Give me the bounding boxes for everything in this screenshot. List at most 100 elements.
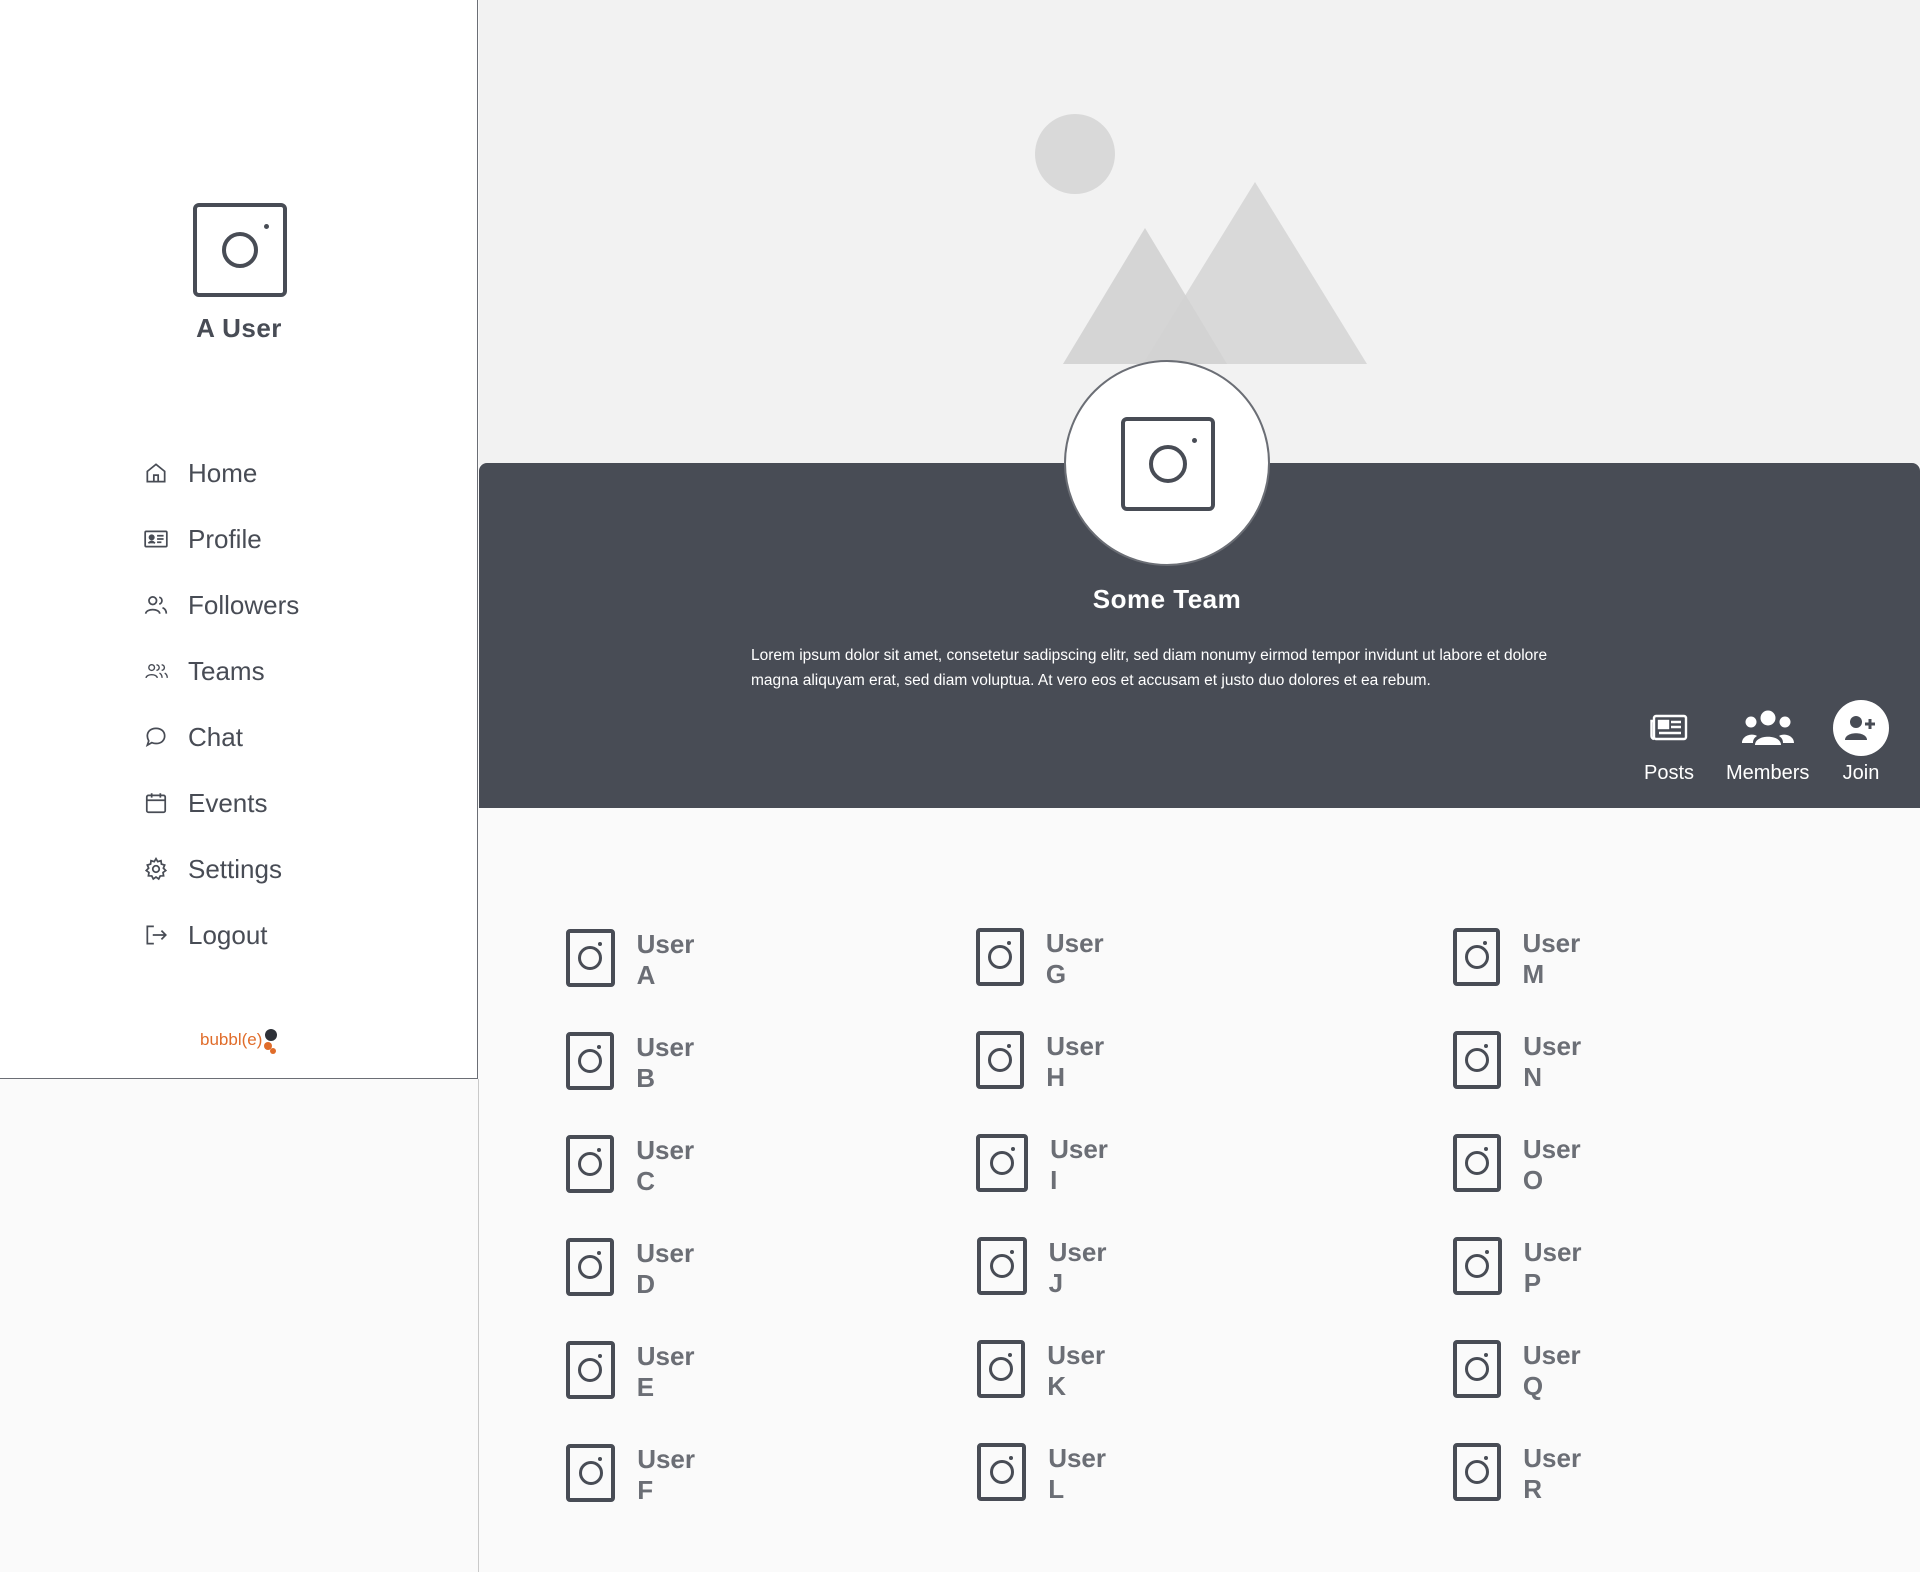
team-description: Lorem ipsum dolor sit amet, consetetur s…	[751, 647, 1548, 689]
member-item[interactable]: User C	[566, 1135, 704, 1197]
member-item[interactable]: User O	[1453, 1134, 1591, 1196]
newspaper-icon	[1650, 700, 1688, 756]
add-user-icon	[1845, 716, 1875, 740]
join-label: Join	[1842, 762, 1880, 784]
nav-item-chat[interactable]: Chat	[143, 704, 299, 770]
nav-item-teams[interactable]: Teams	[143, 638, 299, 704]
member-avatar-icon	[976, 1031, 1025, 1089]
member-avatar-icon	[977, 1443, 1027, 1501]
chat-icon	[143, 724, 169, 750]
member-avatar-icon	[1453, 1134, 1501, 1192]
nav-item-logout[interactable]: Logout	[143, 902, 299, 968]
member-avatar-icon	[566, 1238, 615, 1296]
gear-icon	[143, 856, 169, 882]
nav-label: Teams	[188, 655, 265, 686]
member-avatar-icon	[566, 1341, 615, 1399]
member-item[interactable]: User D	[566, 1238, 704, 1300]
team-avatar[interactable]	[1064, 360, 1270, 566]
member-avatar-icon	[566, 1444, 616, 1502]
nav-label: Settings	[188, 853, 282, 884]
posts-button[interactable]: Posts	[1644, 700, 1694, 785]
camera-lens-icon	[222, 232, 258, 268]
join-circle	[1833, 700, 1889, 756]
member-avatar-icon	[1453, 1237, 1502, 1295]
member-item[interactable]: User K	[977, 1340, 1115, 1402]
member-item[interactable]: User M	[1453, 928, 1591, 990]
member-name: User J	[1048, 1237, 1107, 1298]
members-label: Members	[1726, 762, 1810, 784]
member-item[interactable]: User B	[566, 1032, 704, 1094]
nav-label: Chat	[188, 721, 243, 752]
member-avatar-icon	[566, 929, 615, 987]
member-name: User H	[1046, 1031, 1105, 1092]
member-avatar-icon	[1453, 1443, 1502, 1501]
nav-item-followers[interactable]: Followers	[143, 572, 299, 638]
member-name: User E	[636, 1341, 695, 1402]
calendar-icon	[143, 790, 169, 816]
nav-label: Home	[188, 457, 258, 488]
member-name: User M	[1522, 928, 1581, 989]
member-item[interactable]: User I	[976, 1134, 1114, 1196]
bubble-logo-icon	[264, 1029, 277, 1054]
nav-label: Events	[188, 787, 268, 818]
member-item[interactable]: User R	[1453, 1443, 1591, 1505]
team-avatar-placeholder-icon	[1121, 417, 1215, 511]
nav-item-events[interactable]: Events	[143, 770, 299, 836]
followers-icon	[143, 592, 169, 618]
member-avatar-icon	[1453, 928, 1501, 986]
member-avatar-icon	[977, 1237, 1027, 1295]
team-name: Some Team	[1092, 584, 1242, 614]
member-name: User I	[1050, 1134, 1108, 1195]
team-page: Some Team Lorem ipsum dolor sit amet, co…	[479, 0, 1920, 1572]
member-item[interactable]: User Q	[1453, 1340, 1591, 1402]
logout-icon	[143, 922, 169, 948]
member-name: User L	[1048, 1443, 1107, 1504]
member-avatar-icon	[566, 1032, 615, 1090]
brand-logo-text: bubbl(e)	[200, 1030, 263, 1049]
join-button[interactable]: Join	[1833, 700, 1889, 785]
nav-item-profile[interactable]: Profile	[143, 506, 299, 572]
teams-icon	[143, 658, 169, 684]
member-avatar-icon	[977, 1340, 1026, 1398]
member-name: User K	[1047, 1340, 1106, 1401]
member-avatar-icon	[1453, 1340, 1501, 1398]
member-name: User P	[1523, 1237, 1582, 1298]
member-name: User C	[636, 1135, 695, 1196]
member-item[interactable]: User H	[976, 1031, 1114, 1093]
members-button[interactable]: Members	[1726, 700, 1809, 785]
user-avatar[interactable]	[193, 203, 287, 297]
member-avatar-icon	[566, 1135, 615, 1193]
member-item[interactable]: User F	[566, 1444, 704, 1506]
nav-label: Followers	[188, 589, 300, 620]
user-name: A User	[196, 313, 282, 343]
member-avatar-icon	[1453, 1031, 1502, 1089]
member-name: User B	[636, 1032, 695, 1093]
id-card-icon	[143, 526, 169, 552]
member-item[interactable]: User J	[977, 1237, 1115, 1299]
member-item[interactable]: User G	[976, 928, 1114, 990]
member-name: User F	[637, 1444, 696, 1505]
member-item[interactable]: User E	[566, 1341, 704, 1403]
main-nav: Home Profile Followers Teams Chat Events…	[143, 440, 299, 968]
member-name: User R	[1523, 1443, 1582, 1504]
home-icon	[143, 460, 169, 486]
member-name: User O	[1522, 1134, 1581, 1195]
members-icon	[1741, 700, 1795, 756]
member-name: User N	[1523, 1031, 1582, 1092]
nav-item-settings[interactable]: Settings	[143, 836, 299, 902]
member-item[interactable]: User A	[566, 929, 704, 991]
sidebar: A User Home Profile Followers Teams Chat…	[0, 0, 478, 1079]
member-item[interactable]: User L	[977, 1443, 1115, 1505]
member-item[interactable]: User P	[1453, 1237, 1591, 1299]
member-name: User G	[1045, 928, 1104, 989]
member-name: User A	[636, 929, 695, 990]
nav-label: Profile	[188, 523, 262, 554]
member-name: User Q	[1522, 1340, 1581, 1401]
nav-label: Logout	[188, 919, 268, 950]
nav-item-home[interactable]: Home	[143, 440, 299, 506]
member-item[interactable]: User N	[1453, 1031, 1591, 1093]
member-avatar-icon	[976, 1134, 1029, 1192]
posts-label: Posts	[1644, 762, 1695, 784]
member-name: User D	[636, 1238, 695, 1299]
member-avatar-icon	[976, 928, 1024, 986]
